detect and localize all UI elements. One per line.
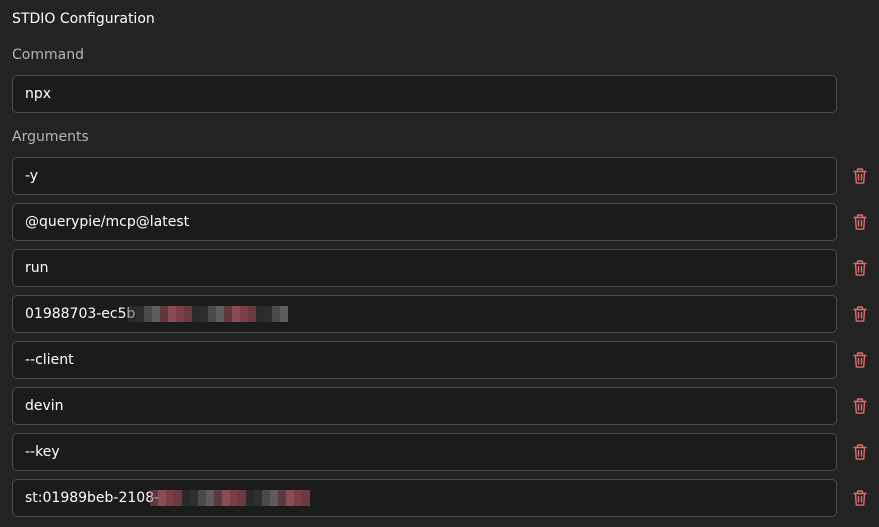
redaction-pixel bbox=[286, 490, 294, 506]
redaction-pixel bbox=[248, 306, 256, 322]
redaction-pixel bbox=[254, 490, 262, 506]
redacted-value bbox=[150, 490, 310, 506]
arguments-label: Arguments bbox=[12, 129, 89, 145]
redaction-pixel bbox=[238, 490, 246, 506]
delete-argument-button[interactable] bbox=[852, 305, 868, 323]
redaction-pixel bbox=[150, 490, 158, 506]
redaction-pixel bbox=[270, 490, 278, 506]
redaction-pixel bbox=[192, 306, 200, 322]
argument-row bbox=[0, 157, 879, 195]
delete-argument-button[interactable] bbox=[852, 259, 868, 277]
delete-argument-button[interactable] bbox=[852, 213, 868, 231]
trash-icon bbox=[853, 398, 867, 414]
redaction-pixel bbox=[302, 490, 310, 506]
redaction-pixel bbox=[232, 306, 240, 322]
argument-input[interactable] bbox=[12, 479, 837, 517]
delete-argument-button[interactable] bbox=[852, 167, 868, 185]
trash-icon bbox=[853, 490, 867, 506]
redaction-pixel bbox=[168, 306, 176, 322]
redaction-pixel bbox=[294, 490, 302, 506]
redaction-pixel bbox=[278, 490, 286, 506]
redaction-pixel bbox=[240, 306, 248, 322]
command-label: Command bbox=[12, 47, 84, 63]
trash-icon bbox=[853, 306, 867, 322]
redaction-pixel bbox=[246, 490, 254, 506]
redacted-value bbox=[128, 306, 288, 322]
argument-row bbox=[0, 479, 879, 517]
redaction-pixel bbox=[264, 306, 272, 322]
redaction-pixel bbox=[280, 306, 288, 322]
trash-icon bbox=[853, 444, 867, 460]
argument-row bbox=[0, 249, 879, 287]
argument-input[interactable] bbox=[12, 157, 837, 195]
argument-input[interactable] bbox=[12, 249, 837, 287]
stdio-configuration-panel: STDIO Configuration Command Arguments bbox=[0, 0, 879, 527]
redaction-pixel bbox=[208, 306, 216, 322]
redaction-pixel bbox=[224, 306, 232, 322]
redaction-pixel bbox=[182, 490, 190, 506]
redaction-pixel bbox=[166, 490, 174, 506]
redaction-pixel bbox=[176, 306, 184, 322]
trash-icon bbox=[853, 260, 867, 276]
trash-icon bbox=[853, 214, 867, 230]
delete-argument-button[interactable] bbox=[852, 351, 868, 369]
argument-row bbox=[0, 341, 879, 379]
delete-argument-button[interactable] bbox=[852, 489, 868, 507]
argument-row bbox=[0, 203, 879, 241]
argument-row bbox=[0, 433, 879, 471]
redaction-pixel bbox=[144, 306, 152, 322]
redaction-pixel bbox=[160, 306, 168, 322]
redaction-pixel bbox=[184, 306, 192, 322]
redaction-pixel bbox=[256, 306, 264, 322]
redaction-pixel bbox=[128, 306, 136, 322]
redaction-pixel bbox=[272, 306, 280, 322]
argument-input[interactable] bbox=[12, 433, 837, 471]
redaction-pixel bbox=[190, 490, 198, 506]
redaction-pixel bbox=[158, 490, 166, 506]
redaction-pixel bbox=[152, 306, 160, 322]
redaction-pixel bbox=[230, 490, 238, 506]
section-title: STDIO Configuration bbox=[12, 11, 155, 27]
delete-argument-button[interactable] bbox=[852, 397, 868, 415]
trash-icon bbox=[853, 352, 867, 368]
delete-argument-button[interactable] bbox=[852, 443, 868, 461]
redaction-pixel bbox=[198, 490, 206, 506]
redaction-pixel bbox=[174, 490, 182, 506]
redaction-pixel bbox=[136, 306, 144, 322]
argument-input[interactable] bbox=[12, 203, 837, 241]
redaction-pixel bbox=[262, 490, 270, 506]
redaction-pixel bbox=[214, 490, 222, 506]
argument-input[interactable] bbox=[12, 341, 837, 379]
command-input[interactable] bbox=[12, 75, 837, 113]
redaction-pixel bbox=[200, 306, 208, 322]
redaction-pixel bbox=[216, 306, 224, 322]
redaction-pixel bbox=[222, 490, 230, 506]
trash-icon bbox=[853, 168, 867, 184]
argument-row bbox=[0, 387, 879, 425]
argument-row bbox=[0, 295, 879, 333]
argument-input[interactable] bbox=[12, 387, 837, 425]
redaction-pixel bbox=[206, 490, 214, 506]
